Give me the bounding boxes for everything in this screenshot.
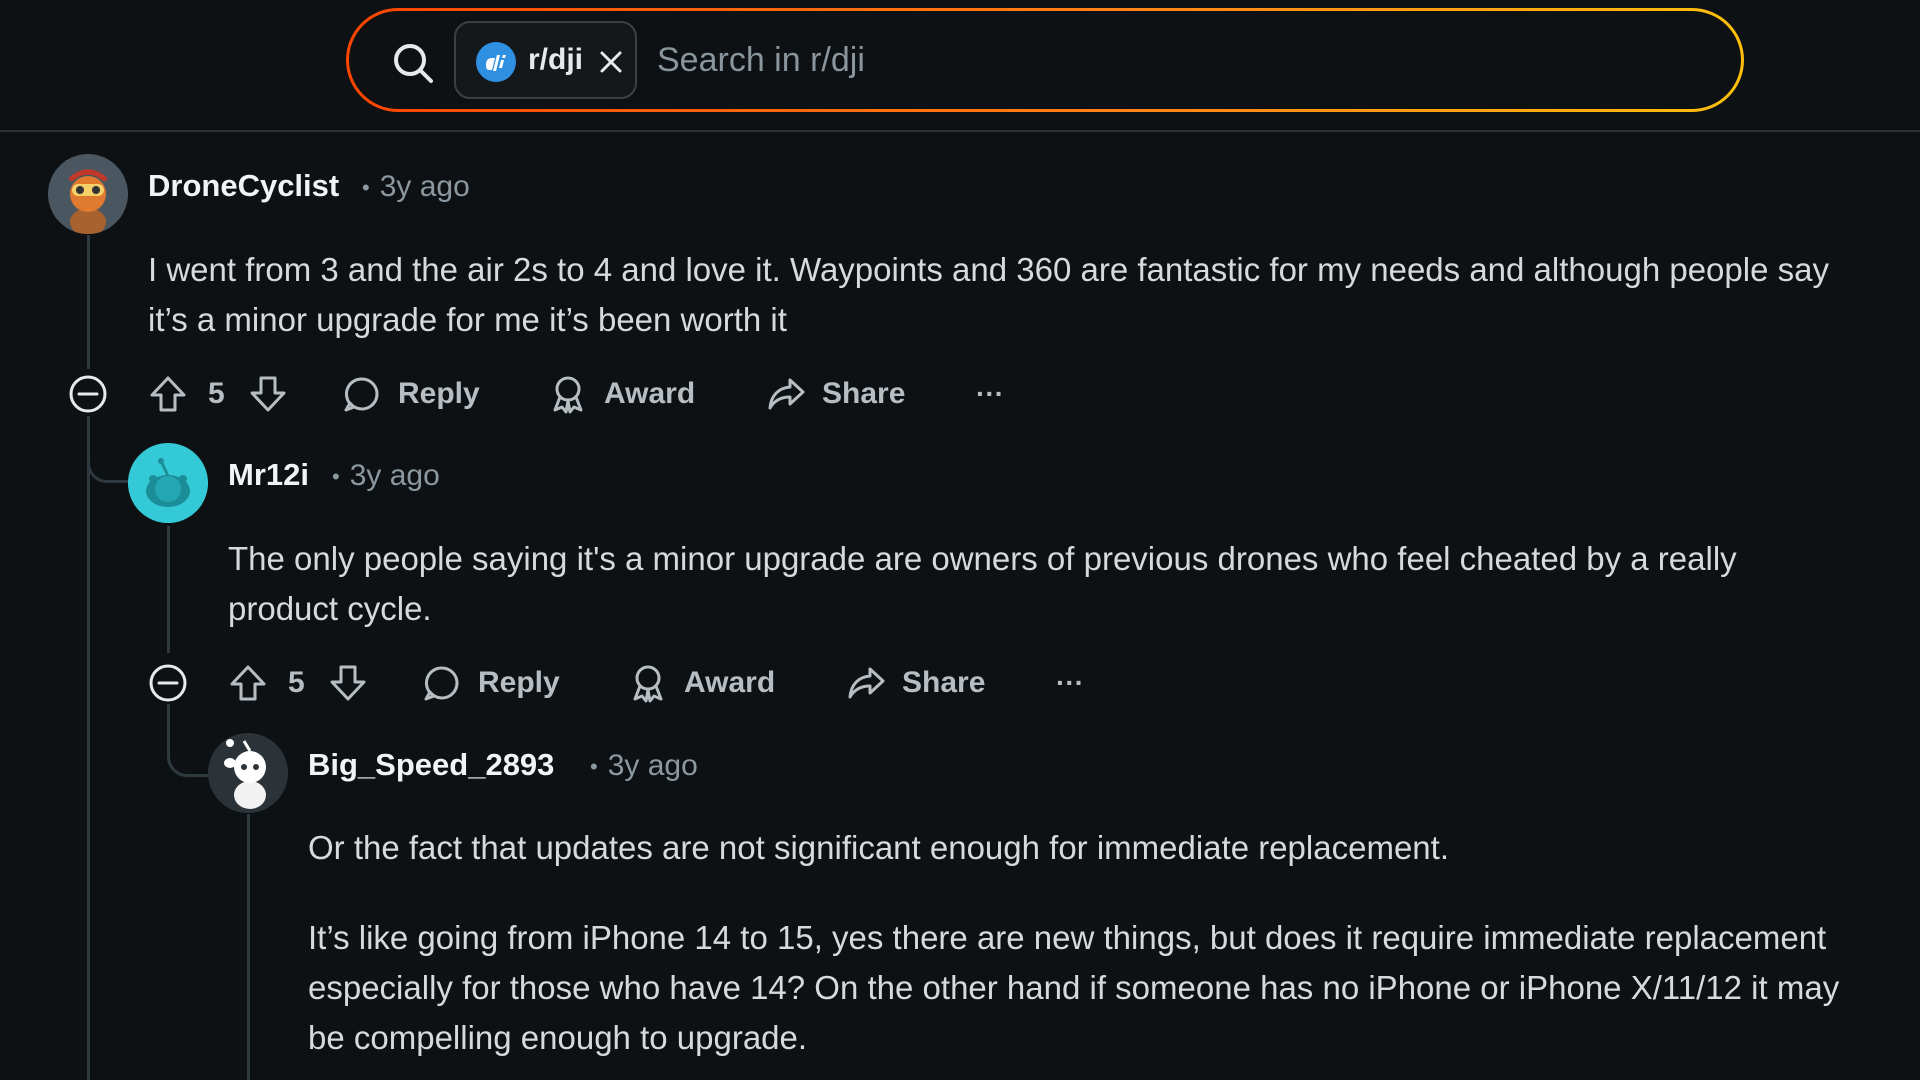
avatar[interactable] [128,443,208,523]
reply-button[interactable]: Reply [422,653,560,713]
close-icon[interactable] [598,49,624,75]
reply-label: Reply [398,377,480,410]
comment-actions: 5 Reply Award Share ··· [0,653,1100,713]
award-icon [633,665,663,703]
share-label: Share [822,377,906,410]
more-options-button[interactable]: ··· [1056,653,1084,713]
share-button[interactable]: Share [846,653,985,713]
award-button[interactable]: Award [548,364,695,424]
more-options-button[interactable]: ··· [976,364,1004,424]
downvote-arrow-icon [330,665,366,701]
comment-bubble-icon [424,666,459,701]
separator-dot: • [590,754,598,780]
vote-count: 5 [288,666,305,699]
downvote-button[interactable] [328,653,368,713]
award-icon [553,376,583,414]
thread-line[interactable] [247,814,250,1080]
dji-logo-icon [476,42,516,82]
thread-line[interactable] [87,416,90,1080]
comment-bubble-icon [344,377,379,412]
username[interactable]: DroneCyclist [148,168,339,204]
share-button[interactable]: Share [766,364,905,424]
avatar[interactable] [208,733,288,813]
vote-count: 5 [208,377,225,410]
award-label: Award [604,377,696,410]
timestamp[interactable]: 3y ago [380,170,470,203]
upvote-button[interactable] [148,364,188,424]
community-chip-label: r/dji [528,43,584,76]
separator-dot: • [332,464,340,490]
comment-actions: 5 Reply Award Share ··· [0,364,1100,424]
search-icon[interactable] [391,41,435,85]
share-icon [768,378,805,410]
community-filter-chip[interactable]: r/dji [454,21,637,99]
thread-line[interactable] [167,526,170,653]
thread-line[interactable] [87,235,90,369]
comment-meta: • 3y ago [362,170,470,204]
reply-label: Reply [478,666,560,699]
award-button[interactable]: Award [628,653,775,713]
search-bar[interactable]: r/dji Search in r/dji [346,8,1744,112]
timestamp[interactable]: 3y ago [608,749,698,782]
reply-button[interactable]: Reply [342,364,480,424]
thread-connector [167,726,212,777]
upvote-button[interactable] [228,653,268,713]
comment-body: It’s like going from iPhone 14 to 15, ye… [308,919,1840,1056]
username[interactable]: Mr12i [228,457,309,493]
timestamp[interactable]: 3y ago [350,459,440,492]
comment-body: The only people saying it's a minor upgr… [228,540,1737,627]
collapse-thread-button[interactable] [68,374,108,414]
collapse-thread-button[interactable] [148,663,188,703]
award-label: Award [684,666,776,699]
username[interactable]: Big_Speed_2893 [308,747,554,783]
downvote-arrow-icon [250,376,286,412]
downvote-button[interactable] [248,364,288,424]
separator-dot: • [362,175,370,201]
share-icon [848,667,885,699]
thread-connector [87,440,130,483]
comment-meta: • 3y ago [332,459,440,493]
share-label: Share [902,666,986,699]
comment-body: I went from 3 and the air 2s to 4 and lo… [148,251,1829,338]
comment-body: Or the fact that updates are not signifi… [308,829,1449,866]
comment-meta: • 3y ago [590,749,698,783]
upvote-arrow-icon [230,665,266,701]
top-bar: r/dji Search in r/dji [0,0,1920,132]
search-input[interactable]: Search in r/dji [657,41,865,80]
upvote-arrow-icon [150,376,186,412]
avatar[interactable] [48,154,128,234]
